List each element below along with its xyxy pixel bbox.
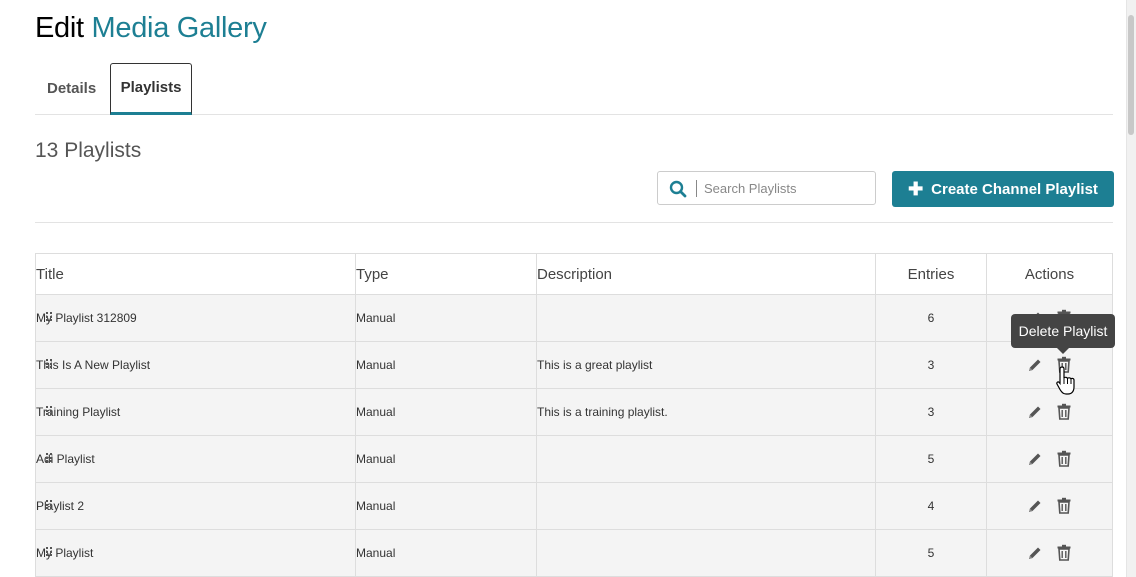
pencil-icon[interactable] <box>1027 451 1043 467</box>
playlist-title[interactable]: This Is A New Playlist <box>36 358 150 372</box>
trash-icon[interactable] <box>1056 403 1072 420</box>
playlist-title[interactable]: My Playlist <box>36 546 93 560</box>
tooltip-text: Delete Playlist <box>1018 323 1108 339</box>
cell-entries: 5 <box>875 435 987 483</box>
search-box <box>657 171 876 205</box>
cell-type: Manual <box>355 388 537 436</box>
cell-title: Training Playlist <box>35 388 356 436</box>
column-header-title[interactable]: Title <box>35 253 356 295</box>
section-divider <box>35 222 1113 223</box>
cell-entries: 5 <box>875 529 987 577</box>
cell-actions <box>986 388 1113 436</box>
pencil-icon[interactable] <box>1027 357 1043 373</box>
search-icon[interactable] <box>669 180 687 198</box>
tooltip-arrow <box>1057 348 1069 354</box>
drag-handle-icon[interactable] <box>46 453 52 462</box>
cell-actions <box>986 482 1113 530</box>
drag-handle-icon[interactable] <box>46 359 52 368</box>
column-header-description[interactable]: Description <box>536 253 876 295</box>
cell-type: Manual <box>355 529 537 577</box>
table-header-row: Title Type Description Entries Actions <box>35 253 1113 295</box>
drag-handle-icon[interactable] <box>46 406 52 415</box>
playlists-table: Title Type Description Entries Actions M… <box>35 253 1113 577</box>
hand-pointer-cursor-icon <box>1056 366 1075 395</box>
cell-type: Manual <box>355 482 537 530</box>
page-scrollbar-thumb[interactable] <box>1128 15 1134 135</box>
trash-icon[interactable] <box>1056 450 1072 467</box>
create-channel-playlist-button[interactable]: ✚ Create Channel Playlist <box>892 171 1114 207</box>
delete-playlist-tooltip: Delete Playlist <box>1011 314 1115 354</box>
column-header-entries[interactable]: Entries <box>875 253 987 295</box>
table-row[interactable]: Playlist 2 Manual 4 <box>35 482 1113 530</box>
cell-description: This is a training playlist. <box>536 388 876 436</box>
cell-title: My Playlist <box>35 529 356 577</box>
table-row[interactable]: Training Playlist Manual This is a train… <box>35 388 1113 436</box>
trash-icon[interactable] <box>1056 497 1072 514</box>
cell-title: Playlist 2 <box>35 482 356 530</box>
cell-entries: 6 <box>875 294 987 342</box>
cell-entries: 3 <box>875 341 987 389</box>
cell-entries: 4 <box>875 482 987 530</box>
tab-details[interactable]: Details <box>47 63 96 114</box>
page-title-gallery-name: Media Gallery <box>91 12 267 44</box>
column-header-actions: Actions <box>986 253 1113 295</box>
search-separator <box>696 180 697 197</box>
table-row[interactable]: Adi Playlist Manual 5 <box>35 435 1113 483</box>
cell-type: Manual <box>355 341 537 389</box>
table-row[interactable]: My Playlist Manual 5 <box>35 529 1113 577</box>
cell-title: My Playlist 312809 <box>35 294 356 342</box>
pencil-icon[interactable] <box>1027 545 1043 561</box>
create-channel-playlist-label: Create Channel Playlist <box>931 180 1098 198</box>
cell-title: This Is A New Playlist <box>35 341 356 389</box>
cell-description <box>536 529 876 577</box>
search-input[interactable] <box>704 176 864 200</box>
cell-description <box>536 435 876 483</box>
cell-entries: 3 <box>875 388 987 436</box>
pencil-icon[interactable] <box>1027 498 1043 514</box>
cell-description: This is a great playlist <box>536 341 876 389</box>
cell-actions <box>986 341 1113 389</box>
cell-actions <box>986 435 1113 483</box>
trash-icon[interactable] <box>1056 544 1072 561</box>
table-row[interactable]: This Is A New Playlist Manual This is a … <box>35 341 1113 389</box>
tab-playlists[interactable]: Playlists <box>110 63 192 115</box>
cell-description <box>536 294 876 342</box>
page-title-prefix: Edit <box>35 12 84 44</box>
cell-actions <box>986 529 1113 577</box>
table-row[interactable]: My Playlist 312809 Manual 6 <box>35 294 1113 342</box>
cell-description <box>536 482 876 530</box>
page-title: Edit Media Gallery <box>35 12 267 45</box>
playlists-count: 13 Playlists <box>35 139 142 162</box>
cell-title: Adi Playlist <box>35 435 356 483</box>
drag-handle-icon[interactable] <box>46 547 52 556</box>
cell-type: Manual <box>355 435 537 483</box>
drag-handle-icon[interactable] <box>46 500 52 509</box>
playlist-title[interactable]: Adi Playlist <box>36 452 95 466</box>
pencil-icon[interactable] <box>1027 404 1043 420</box>
column-header-type[interactable]: Type <box>355 253 537 295</box>
cell-type: Manual <box>355 294 537 342</box>
plus-icon: ✚ <box>908 178 924 199</box>
playlist-title[interactable]: Playlist 2 <box>36 499 84 513</box>
tab-bar: Details Playlists <box>35 63 1113 115</box>
drag-handle-icon[interactable] <box>46 312 52 321</box>
